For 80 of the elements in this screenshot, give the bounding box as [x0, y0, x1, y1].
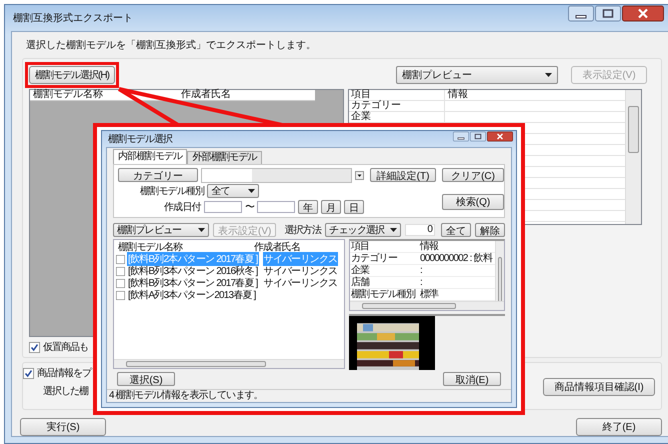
selection-method-dropdown[interactable]: チェック選択 — [325, 223, 402, 237]
column-header: 棚割モデル名称 — [117, 240, 184, 254]
caret-icon — [248, 189, 256, 193]
caret-icon — [545, 72, 552, 76]
model-type-dropdown[interactable]: 全て — [207, 184, 260, 198]
cancel-button[interactable]: 取消(E) — [443, 372, 501, 386]
scrollbar[interactable] — [114, 359, 344, 368]
close-icon[interactable] — [487, 131, 513, 142]
footer-button[interactable]: 終了(E) — [576, 418, 662, 436]
select-all-button[interactable]: 全て — [441, 223, 471, 237]
deselect-button[interactable]: 解除 — [475, 223, 505, 237]
scrollbar[interactable] — [350, 301, 504, 310]
grid-cell: カテゴリー — [349, 101, 445, 111]
category-field[interactable] — [201, 168, 352, 182]
grid-cell: 企業 — [349, 112, 445, 122]
field-label: 棚割モデル種別 — [140, 184, 204, 198]
column-header: 項目 — [349, 90, 445, 100]
grid-cell-text: : — [419, 277, 423, 288]
search-button[interactable]: 検索(Q) — [442, 194, 504, 210]
checkbox-label: 仮置商品も — [43, 340, 88, 354]
minimize-icon[interactable] — [453, 131, 469, 142]
grid-cell-text: カテゴリー — [350, 253, 398, 264]
model-name-cell[interactable]: [飲料B列3本パターン 2017春夏 ] — [127, 276, 259, 290]
column-header: 作成者氏名 — [180, 90, 231, 100]
checkbox[interactable] — [29, 342, 40, 352]
range-separator: 〜 — [244, 201, 254, 214]
author-cell[interactable]: サイバーリンクス — [262, 276, 338, 290]
description-text: 選択した棚割モデルを「棚割互換形式」でエクスポートします。 — [26, 40, 317, 52]
close-icon[interactable] — [622, 5, 664, 22]
maximize-icon[interactable] — [595, 5, 621, 22]
column-header: 情報 — [419, 241, 440, 252]
model-name-cell[interactable]: [飲料A列3本パターン2013春夏 ] — [127, 288, 257, 302]
window-title: 棚割互換形式エクスポート — [13, 12, 134, 25]
column-header: 作成者氏名 — [254, 240, 300, 254]
footer-button[interactable]: 実行(S) — [20, 418, 106, 436]
field-label: 作成日付 — [164, 200, 201, 214]
grid-cell-text: 企業 — [350, 265, 370, 276]
dialog-title: 棚割モデル選択 — [108, 132, 174, 146]
category-button[interactable]: カテゴリー — [118, 168, 198, 182]
date-unit-button[interactable]: 月 — [321, 200, 342, 214]
product-info-button[interactable]: 商品情報項目確認(I) — [543, 378, 655, 396]
column-header: 項目 — [350, 241, 370, 252]
author-cell[interactable]: サイバーリンクス — [262, 264, 338, 278]
scrollbar[interactable] — [495, 241, 504, 301]
count-field: 0 — [405, 224, 436, 236]
grid-cell-text: 店舗 — [350, 277, 370, 288]
grid-cell-text: 標準 — [419, 289, 440, 300]
checkbox[interactable] — [116, 254, 125, 264]
tab[interactable]: 外部棚割モデル — [187, 151, 262, 164]
date-field[interactable] — [257, 201, 296, 213]
checkbox-label: 商品情報をプ — [37, 366, 91, 380]
checkbox[interactable] — [116, 278, 125, 288]
select-button[interactable]: 選択(S) — [117, 372, 175, 386]
grid-cell-text: 0000000002 : 飲料 — [419, 253, 494, 264]
note-text: 選択した棚 — [43, 384, 88, 398]
date-unit-button[interactable]: 年 — [298, 200, 318, 214]
dropdown-icon[interactable] — [355, 170, 364, 180]
caret-icon — [198, 228, 205, 232]
checkbox[interactable] — [116, 266, 125, 276]
scrollbar[interactable] — [625, 90, 641, 224]
status-bar: 4 棚割モデル情報を表示しています。 — [107, 389, 511, 402]
grid-cell-text: : — [419, 265, 423, 276]
grid-cell-text: 棚割モデル種別 — [350, 289, 416, 300]
checkbox[interactable] — [116, 290, 125, 300]
field-label: 選択方法 — [284, 224, 322, 237]
date-field[interactable] — [204, 201, 242, 213]
caret-icon — [390, 228, 398, 232]
clear-button[interactable]: クリア(C) — [442, 168, 504, 182]
model-name-cell[interactable]: [飲料B列3本パターン 2016秋冬 ] — [127, 264, 259, 278]
model-select-button[interactable]: 棚割モデル選択(H) — [29, 66, 115, 84]
column-header: 情報 — [446, 90, 469, 100]
detail-settings-button[interactable]: 詳細設定(T) — [370, 168, 436, 182]
date-unit-button[interactable]: 日 — [344, 200, 364, 214]
minimize-icon[interactable] — [568, 5, 594, 22]
preview-dropdown[interactable]: 棚割プレビュー — [396, 66, 558, 84]
tab[interactable]: 内部棚割モデル — [113, 149, 188, 164]
column-header: 棚割モデル名称 — [32, 90, 104, 100]
preview-dropdown[interactable]: 棚割プレビュー — [113, 223, 209, 237]
maximize-icon[interactable] — [470, 131, 486, 142]
checkbox[interactable] — [23, 368, 34, 378]
